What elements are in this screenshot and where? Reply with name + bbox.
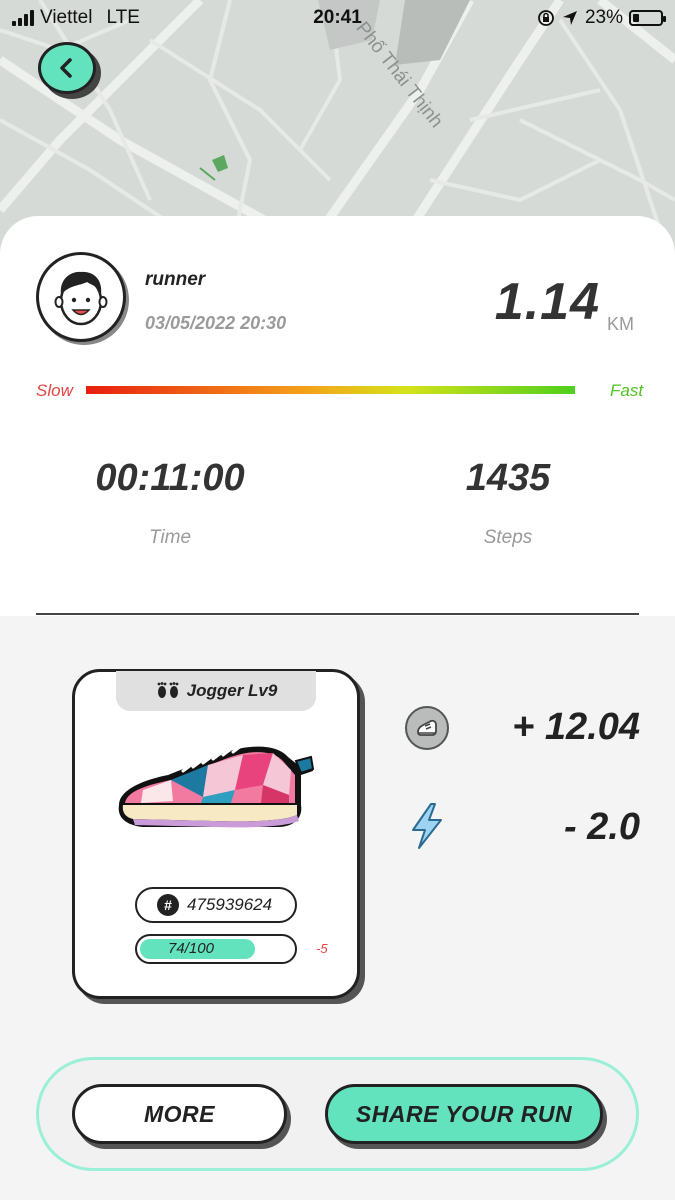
status-bar: Viettel LTE 20:41 23%	[0, 0, 675, 36]
avatar[interactable]	[36, 252, 126, 342]
sneaker-token-icon	[405, 706, 449, 750]
sneaker-image	[118, 744, 315, 828]
sneaker-level-label: Jogger Lv9	[186, 681, 278, 700]
distance-value: 1.14	[494, 273, 600, 331]
back-arrow-icon	[60, 58, 72, 78]
token-reward-value: + 12.04	[512, 706, 640, 748]
sneaker-level-tag: Jogger Lv9	[116, 671, 316, 711]
more-button[interactable]: MORE	[72, 1084, 287, 1144]
section-divider	[36, 613, 639, 615]
steps-value: 1435	[465, 457, 551, 499]
time-value: 00:11:00	[95, 457, 245, 499]
share-run-button[interactable]: SHARE YOUR RUN	[325, 1084, 603, 1144]
pace-fast-label: Fast	[610, 381, 644, 400]
sneaker-id: 475939624	[187, 895, 273, 914]
durability-bar: 74/100	[135, 934, 297, 964]
steps-label: Steps	[483, 527, 533, 548]
status-right: 23%	[537, 7, 666, 29]
run-datetime: 03/05/2022 20:30	[145, 313, 287, 333]
lightning-icon	[412, 803, 442, 849]
distance-unit: KM	[607, 314, 634, 334]
back-button[interactable]	[38, 42, 96, 94]
battery-percent: 23%	[584, 7, 623, 28]
battery-icon	[629, 10, 666, 26]
avatar-face-icon	[54, 271, 108, 326]
time-label: Time	[148, 527, 192, 548]
hash-icon: #	[157, 894, 179, 916]
pace-gradient-bar	[86, 386, 575, 394]
durability-change: -5	[316, 941, 328, 956]
durability-text: 74/100	[168, 940, 214, 957]
location-arrow-icon	[562, 11, 577, 25]
footprints-icon	[157, 682, 179, 698]
runner-name: runner	[145, 269, 206, 290]
energy-cost-value: - 2.0	[563, 806, 640, 848]
pace-slow-label: Slow	[36, 381, 73, 400]
orientation-lock-icon	[538, 10, 554, 26]
sneaker-id-badge: # 475939624	[135, 887, 297, 923]
